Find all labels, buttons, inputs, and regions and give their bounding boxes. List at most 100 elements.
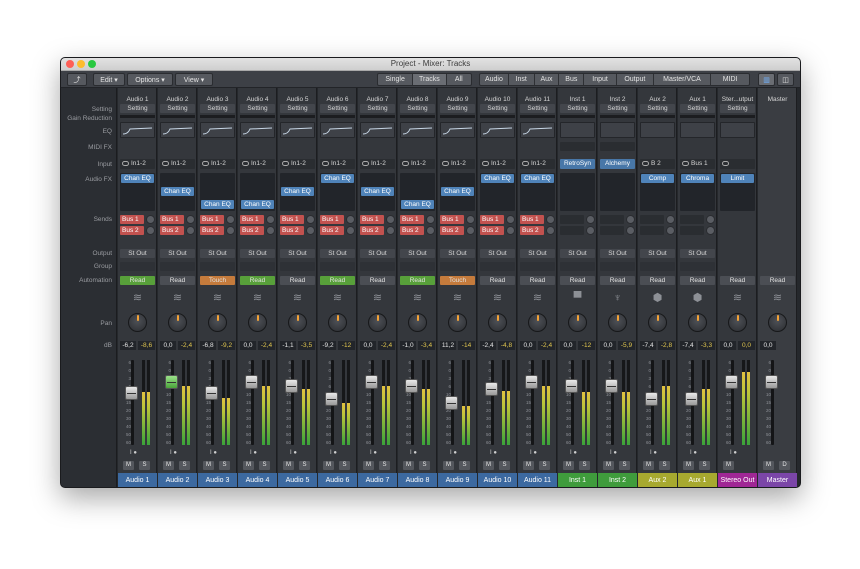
solo-button[interactable]: S <box>619 461 630 470</box>
eq-thumbnail[interactable] <box>240 122 275 138</box>
type-master-vca[interactable]: Master/VCA <box>654 74 712 85</box>
setting-button[interactable]: Setting <box>720 104 755 113</box>
eq-thumbnail[interactable] <box>560 122 595 138</box>
view-menu[interactable]: View ▾ <box>175 73 213 86</box>
output-slot[interactable]: St Out <box>400 249 435 258</box>
pan-knob[interactable] <box>208 313 227 332</box>
record-enable-icon[interactable]: I ● <box>130 450 152 458</box>
audio-fx-slot[interactable]: Chan EQ <box>401 200 434 209</box>
automation-mode[interactable]: Read <box>320 276 355 285</box>
track-name-bar[interactable]: Audio 6 <box>318 473 357 487</box>
type-bus[interactable]: Bus <box>559 74 585 85</box>
output-slot[interactable]: St Out <box>200 249 235 258</box>
track-name-bar[interactable]: Audio 3 <box>198 473 237 487</box>
eq-thumbnail[interactable] <box>720 122 755 138</box>
volume-fader[interactable] <box>205 385 218 400</box>
send-level-knob[interactable] <box>706 226 715 235</box>
mute-button[interactable]: M <box>563 461 574 470</box>
record-enable-icon[interactable]: I ● <box>370 450 392 458</box>
track-name-bar[interactable]: Audio 7 <box>358 473 397 487</box>
input-slot[interactable] <box>720 159 755 169</box>
volume-fader[interactable] <box>325 392 338 407</box>
volume-fader[interactable] <box>605 378 618 393</box>
send-level-knob[interactable] <box>146 215 155 224</box>
type-aux[interactable]: Aux <box>535 74 560 85</box>
audio-fx-slot[interactable]: Chan EQ <box>361 187 394 196</box>
pan-knob[interactable] <box>288 313 307 332</box>
send-slot[interactable]: Bus 2 <box>160 226 184 235</box>
filter-all[interactable]: All <box>447 74 471 85</box>
setting-button[interactable]: Setting <box>680 104 715 113</box>
send-level-knob[interactable] <box>666 226 675 235</box>
send-slot[interactable]: Bus 1 <box>480 215 504 224</box>
volume-db[interactable]: 0,0 <box>360 341 376 350</box>
eq-thumbnail[interactable] <box>600 122 635 138</box>
options-menu[interactable]: Options ▾ <box>127 73 173 86</box>
volume-fader[interactable] <box>285 378 298 393</box>
input-slot[interactable]: In1-2 <box>160 159 195 169</box>
track-name-bar[interactable]: Stereo Out <box>718 473 757 487</box>
record-enable-icon[interactable]: I ● <box>410 450 432 458</box>
send-slot[interactable]: Bus 2 <box>400 226 424 235</box>
volume-db[interactable]: -7,4 <box>640 341 656 350</box>
audio-fx-area[interactable]: Chan EQ <box>120 173 155 211</box>
send-slot[interactable]: Bus 1 <box>360 215 384 224</box>
setting-button[interactable]: Setting <box>120 104 155 113</box>
send-slot[interactable] <box>560 226 584 235</box>
record-enable-icon[interactable]: I ● <box>210 450 232 458</box>
audio-fx-slot[interactable]: Chan EQ <box>281 187 314 196</box>
type-inst[interactable]: Inst <box>509 74 535 85</box>
volume-fader[interactable] <box>165 375 178 390</box>
track-name-bar[interactable]: Audio 1 <box>118 473 157 487</box>
solo-button[interactable]: S <box>499 461 510 470</box>
solo-button[interactable]: S <box>419 461 430 470</box>
group-slot[interactable] <box>480 262 515 271</box>
setting-button[interactable]: Setting <box>640 104 675 113</box>
output-slot[interactable]: St Out <box>240 249 275 258</box>
audio-fx-slot[interactable]: Chan EQ <box>521 174 554 183</box>
group-slot[interactable] <box>600 262 635 271</box>
eq-thumbnail[interactable] <box>360 122 395 138</box>
audio-fx-area[interactable]: Chan EQ <box>280 173 315 211</box>
output-slot[interactable]: St Out <box>440 249 475 258</box>
setting-button[interactable]: Setting <box>360 104 395 113</box>
track-name-bar[interactable]: Audio 9 <box>438 473 477 487</box>
input-slot[interactable]: In1-2 <box>280 159 315 169</box>
setting-button[interactable]: Setting <box>160 104 195 113</box>
volume-fader[interactable] <box>485 382 498 397</box>
send-level-knob[interactable] <box>466 215 475 224</box>
automation-mode[interactable]: Read <box>720 276 755 285</box>
track-name-bar[interactable]: Audio 2 <box>158 473 197 487</box>
audio-fx-area[interactable] <box>560 173 595 211</box>
audio-fx-slot[interactable]: Chan EQ <box>161 187 194 196</box>
mute-button[interactable]: M <box>683 461 694 470</box>
send-slot[interactable]: Bus 2 <box>280 226 304 235</box>
solo-button[interactable]: S <box>539 461 550 470</box>
input-slot[interactable]: In1-2 <box>360 159 395 169</box>
volume-fader[interactable] <box>245 375 258 390</box>
filter-single[interactable]: Single <box>378 74 414 85</box>
input-slot[interactable]: Bus 1 <box>680 159 715 169</box>
audio-fx-area[interactable]: Chan EQ <box>200 173 235 211</box>
volume-db[interactable]: 0,0 <box>720 341 736 350</box>
setting-button[interactable]: Setting <box>560 104 595 113</box>
automation-mode[interactable]: Read <box>600 276 635 285</box>
solo-button[interactable]: S <box>219 461 230 470</box>
send-level-knob[interactable] <box>426 215 435 224</box>
audio-fx-slot[interactable]: Chan EQ <box>321 174 354 183</box>
send-slot[interactable]: Bus 1 <box>440 215 464 224</box>
setting-button[interactable]: Setting <box>440 104 475 113</box>
automation-mode[interactable]: Read <box>760 276 795 285</box>
mute-button[interactable]: M <box>163 461 174 470</box>
send-level-knob[interactable] <box>186 215 195 224</box>
automation-mode[interactable]: Read <box>280 276 315 285</box>
send-level-knob[interactable] <box>586 226 595 235</box>
send-level-knob[interactable] <box>626 215 635 224</box>
inspector-icon[interactable]: ◫ <box>777 73 794 86</box>
track-name-bar[interactable]: Aux 1 <box>678 473 717 487</box>
volume-db[interactable]: -9,2 <box>320 341 336 350</box>
audio-fx-area[interactable]: Chan EQ <box>360 173 395 211</box>
audio-fx-slot[interactable]: Comp <box>641 174 674 183</box>
record-enable-icon[interactable]: I ● <box>330 450 352 458</box>
output-slot[interactable]: St Out <box>120 249 155 258</box>
